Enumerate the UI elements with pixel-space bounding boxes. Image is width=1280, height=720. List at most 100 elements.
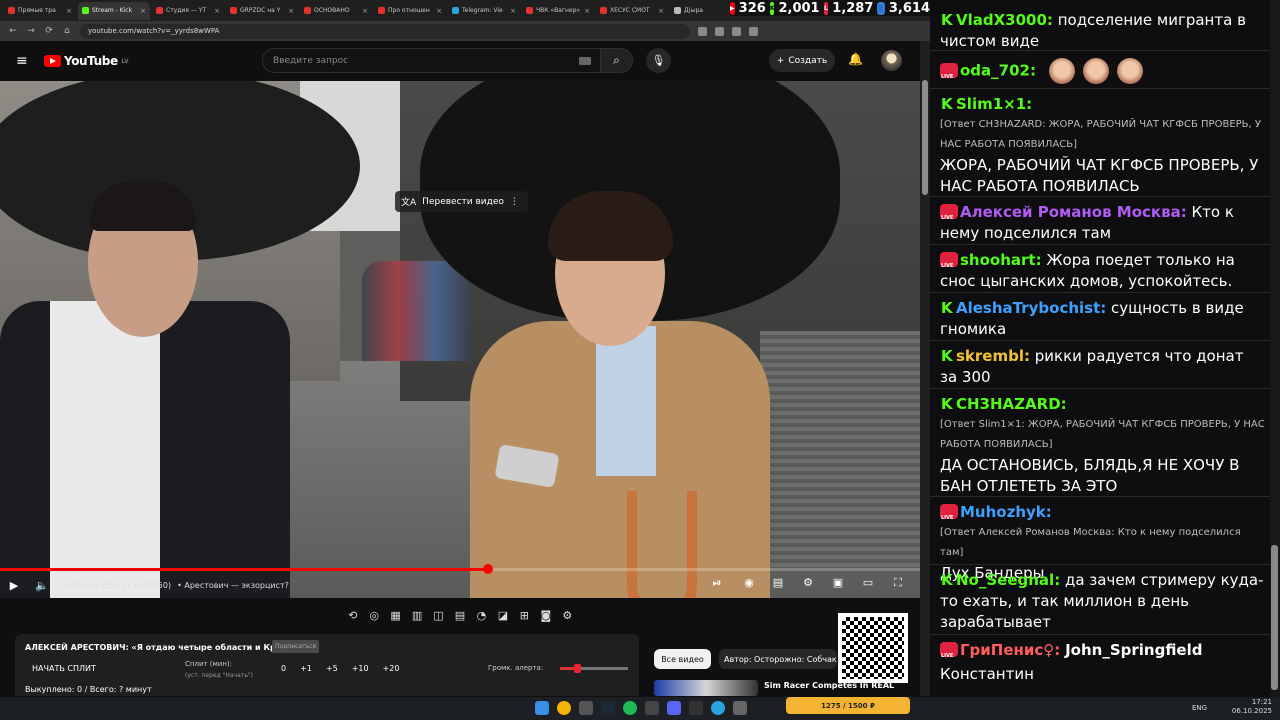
split-value-button[interactable]: +20 xyxy=(383,664,400,673)
settings-gear-icon[interactable]: ⚙ xyxy=(799,576,817,591)
frame-icon[interactable]: ▤ xyxy=(452,609,467,623)
close-tab-icon[interactable]: × xyxy=(362,7,368,15)
mic-icon[interactable]: 🎙 xyxy=(646,48,671,73)
notifications-bell-icon[interactable]: 🔔 xyxy=(848,52,863,66)
forward-icon[interactable]: → xyxy=(26,26,36,36)
close-tab-icon[interactable]: × xyxy=(66,7,72,15)
extension-icon[interactable] xyxy=(698,26,707,36)
chat-username[interactable]: ГриПенис♀: xyxy=(960,641,1060,659)
close-tab-icon[interactable]: × xyxy=(584,7,590,15)
subscribe-button[interactable]: Подписаться xyxy=(272,640,319,653)
language-indicator[interactable]: ENG xyxy=(1192,704,1207,712)
speed-icon[interactable]: ◔ xyxy=(474,609,489,623)
steam-icon[interactable] xyxy=(601,701,615,715)
clip-icon[interactable]: ▥ xyxy=(409,609,424,623)
gear-icon[interactable]: ⚙ xyxy=(560,609,575,623)
browser-tab[interactable]: ЧВК «Вагнер» × xyxy=(522,2,594,20)
audio-icon[interactable]: ◎ xyxy=(366,609,381,623)
chat-username[interactable]: skrembl: xyxy=(956,347,1030,365)
alert-volume-knob[interactable] xyxy=(574,664,581,673)
split-value-button[interactable]: +1 xyxy=(300,664,312,673)
autoplay-toggle[interactable]: ◉ xyxy=(740,576,758,591)
split-value-button[interactable]: +10 xyxy=(352,664,369,673)
extension-icon[interactable] xyxy=(715,26,724,36)
search-placeholder: Введите запрос xyxy=(273,55,349,66)
tab-favicon-icon xyxy=(156,7,163,14)
url-field[interactable]: youtube.com/watch?v=_yyrds8wWPA xyxy=(80,23,690,39)
translate-video-button[interactable]: 文A Перевести видео ⋮ xyxy=(395,191,528,212)
browser-tab[interactable]: ОСНОВАНО × xyxy=(300,2,372,20)
loop-icon[interactable]: ⟲ xyxy=(345,609,360,623)
browser-tab[interactable]: Студия — YT × xyxy=(152,2,224,20)
search-button[interactable]: ⌕ xyxy=(600,48,633,73)
chat-scrollbar-thumb[interactable] xyxy=(1271,545,1278,690)
avatar[interactable] xyxy=(881,50,902,71)
chat-username[interactable]: VladX3000: xyxy=(956,11,1053,29)
volume-icon[interactable]: 🔈 xyxy=(28,579,56,592)
close-tab-icon[interactable]: × xyxy=(140,7,146,15)
close-tab-icon[interactable]: × xyxy=(436,7,442,15)
start-split-button[interactable]: НАЧАТЬ СПЛИТ xyxy=(32,664,96,673)
browser-tab[interactable]: Про отношен × xyxy=(374,2,446,20)
play-icon[interactable]: ▶ xyxy=(0,579,28,592)
page-scrollbar-thumb[interactable] xyxy=(922,80,928,195)
app-icon[interactable] xyxy=(689,701,703,715)
telegram-icon[interactable] xyxy=(711,701,725,715)
reload-icon[interactable]: ⟳ xyxy=(44,26,54,36)
split-value-button[interactable]: +5 xyxy=(326,664,338,673)
system-clock[interactable]: 17:21 06.10.2025 xyxy=(1232,698,1272,716)
chat-username[interactable]: shoohart: xyxy=(960,251,1042,269)
start-icon[interactable] xyxy=(535,701,549,715)
search-input[interactable]: Введите запрос xyxy=(262,48,601,73)
chat-username[interactable]: CH3HAZARD: xyxy=(956,395,1067,413)
chapter-title[interactable]: • Арестович — экзорцист? xyxy=(177,581,289,590)
pip-icon[interactable]: ▦ xyxy=(388,609,403,623)
chat-username[interactable]: Slim1×1: xyxy=(956,95,1032,113)
discord-icon[interactable] xyxy=(667,701,681,715)
chat-username[interactable]: Muhozhyk: xyxy=(960,503,1052,521)
miniplayer-icon[interactable]: ▣ xyxy=(829,576,847,591)
app-icon[interactable] xyxy=(733,701,747,715)
recommendation-title[interactable]: Sim Racer Competes In REAL xyxy=(764,681,894,690)
chat-username[interactable]: oda_702: xyxy=(960,62,1036,80)
browser-tab[interactable]: Прямые тра × xyxy=(4,2,76,20)
chat-username[interactable]: No_Seegnal: xyxy=(956,571,1060,589)
add-icon[interactable]: ⊞ xyxy=(517,609,532,623)
tab-label: Студия — YT xyxy=(166,7,207,14)
all-videos-chip[interactable]: Все видео xyxy=(654,649,711,669)
explorer-icon[interactable] xyxy=(579,701,593,715)
create-button[interactable]: + Создать xyxy=(769,49,835,72)
close-tab-icon[interactable]: × xyxy=(658,7,664,15)
subtitles-icon[interactable]: ▤ xyxy=(769,576,787,591)
browser-tab[interactable]: ХЕСУС СМОТ × xyxy=(596,2,668,20)
crop-icon[interactable]: ◫ xyxy=(431,609,446,623)
autoplay-icon[interactable]: ⏯ xyxy=(708,576,726,591)
keyboard-icon[interactable] xyxy=(579,57,591,65)
youtube-logo[interactable]: YouTube LV xyxy=(44,54,129,68)
obs-icon[interactable] xyxy=(645,701,659,715)
close-tab-icon[interactable]: × xyxy=(288,7,294,15)
download-icon[interactable] xyxy=(732,26,741,36)
close-tab-icon[interactable]: × xyxy=(214,7,220,15)
split-value-button[interactable]: 0 xyxy=(281,664,286,673)
chrome-icon[interactable] xyxy=(557,701,571,715)
fullscreen-icon[interactable]: ⛶ xyxy=(889,576,907,591)
browser-tab[interactable]: GRPZDC на Y × xyxy=(226,2,298,20)
chat-username[interactable]: AleshaTrybochist: xyxy=(956,299,1106,317)
recommendation-thumbnail[interactable] xyxy=(654,680,758,696)
spotify-icon[interactable] xyxy=(623,701,637,715)
hamburger-menu-icon[interactable]: ≡ xyxy=(16,54,30,68)
back-icon[interactable]: ← xyxy=(8,26,18,36)
theater-mode-icon[interactable]: ▭ xyxy=(859,576,877,591)
video-player[interactable]: 文A Перевести видео ⋮ xyxy=(0,81,920,598)
browser-tab[interactable]: Stream - Kick × xyxy=(78,1,150,20)
screenshot-icon[interactable]: ◙ xyxy=(538,609,553,623)
close-tab-icon[interactable]: × xyxy=(510,7,516,15)
author-chip[interactable]: Автор: Осторожно: Собчак xyxy=(719,649,837,669)
menu-icon[interactable] xyxy=(749,26,758,36)
chart-icon[interactable]: ◪ xyxy=(495,609,510,623)
more-icon[interactable]: ⋮ xyxy=(510,197,519,207)
chat-username[interactable]: Алексей Романов Москва: xyxy=(960,203,1187,221)
home-icon[interactable]: ⌂ xyxy=(62,26,72,36)
browser-tab[interactable]: Telegram: Vie × xyxy=(448,2,520,20)
